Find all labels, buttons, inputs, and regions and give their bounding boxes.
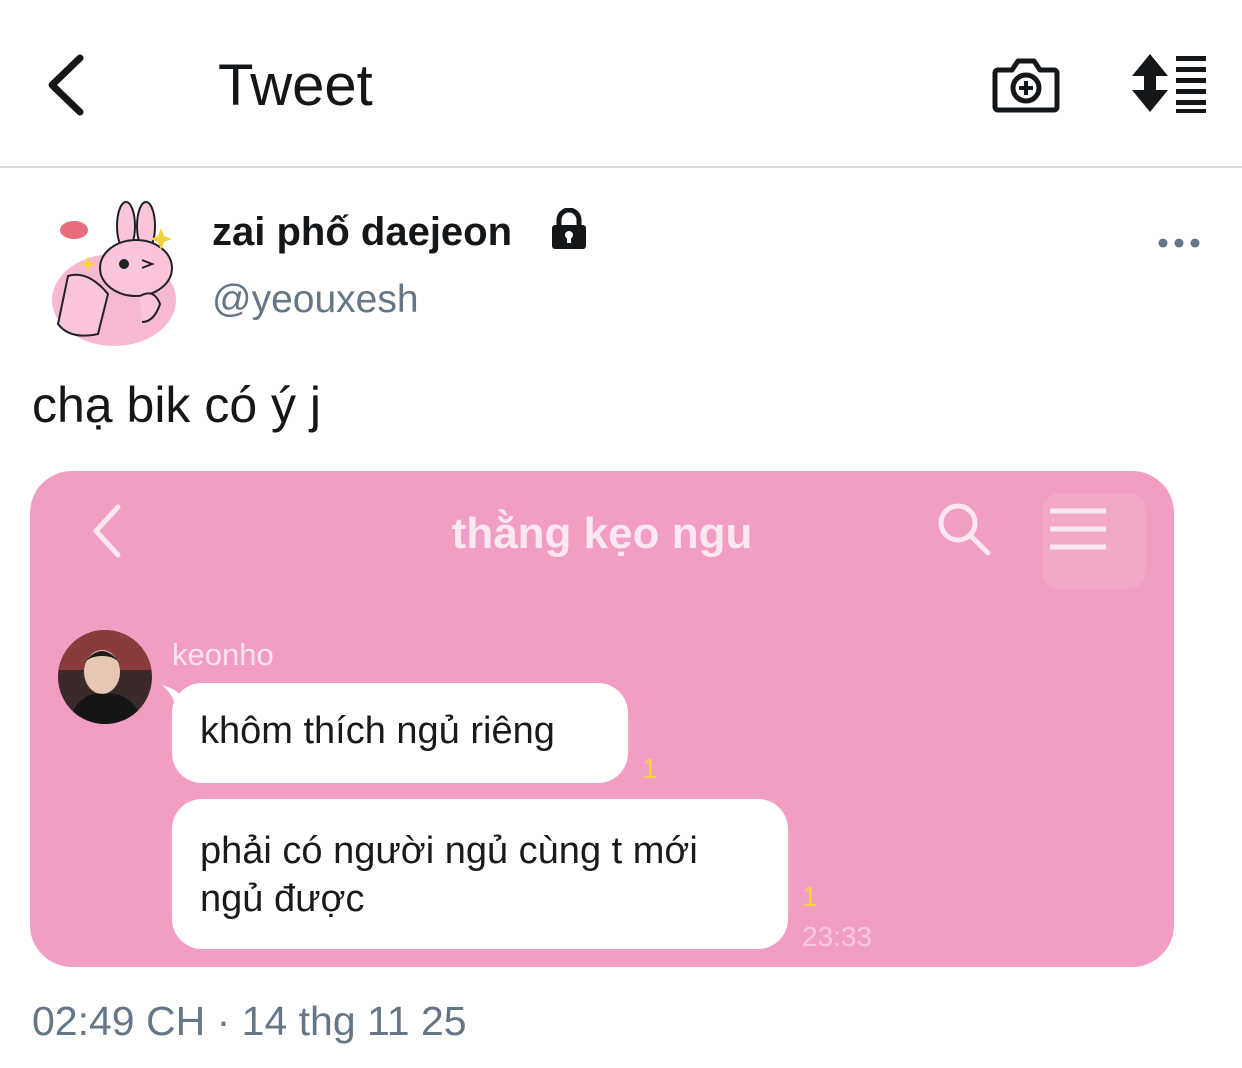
sort-list-icon bbox=[1132, 54, 1206, 113]
chat-search-button bbox=[936, 501, 992, 557]
message-bubble: phải có người ngủ cùng t mới ngủ được bbox=[172, 799, 788, 949]
lock-icon bbox=[552, 208, 586, 249]
more-options-button[interactable] bbox=[1156, 226, 1202, 260]
display-name[interactable]: zai phố daejeon bbox=[212, 210, 512, 255]
hamburger-menu-icon bbox=[1050, 508, 1106, 550]
page-title: Tweet bbox=[218, 53, 373, 118]
camera-add-icon bbox=[992, 58, 1060, 113]
tweet-text: chạ bik có ý j bbox=[32, 377, 322, 433]
message-bubble: khôm thích ngủ riêng bbox=[172, 683, 628, 783]
user-avatar[interactable] bbox=[38, 198, 184, 348]
message-time: 23:33 bbox=[802, 921, 873, 952]
search-icon bbox=[938, 503, 991, 556]
back-button[interactable] bbox=[40, 50, 100, 120]
message-text: khôm thích ngủ riêng bbox=[200, 710, 555, 752]
chevron-left-icon bbox=[48, 54, 84, 116]
camera-button[interactable] bbox=[992, 52, 1060, 116]
pink-bunny-avatar-icon bbox=[52, 201, 176, 346]
message-text: ngủ được bbox=[200, 878, 365, 920]
tweet-image[interactable]: thằng kẹo ngu keonho khôm thích ngủ riên… bbox=[30, 471, 1174, 967]
user-handle[interactable]: @yeouxesh bbox=[212, 278, 419, 322]
sender-avatar bbox=[58, 630, 152, 724]
sender-name: keonho bbox=[172, 637, 274, 672]
tweet-timestamp: 02:49 CH · 14 thg 11 25 bbox=[32, 998, 467, 1044]
profile-photo-icon bbox=[58, 630, 152, 724]
read-count: 1 bbox=[642, 753, 658, 784]
more-dots-icon bbox=[1158, 238, 1200, 248]
message-text: phải có người ngủ cùng t mới bbox=[200, 830, 698, 872]
chat-menu-button bbox=[1042, 493, 1146, 589]
sort-button[interactable] bbox=[1130, 52, 1210, 114]
read-count: 1 bbox=[802, 881, 818, 912]
chat-title: thằng kẹo ngu bbox=[451, 509, 753, 558]
top-bar: Tweet bbox=[0, 0, 1242, 168]
